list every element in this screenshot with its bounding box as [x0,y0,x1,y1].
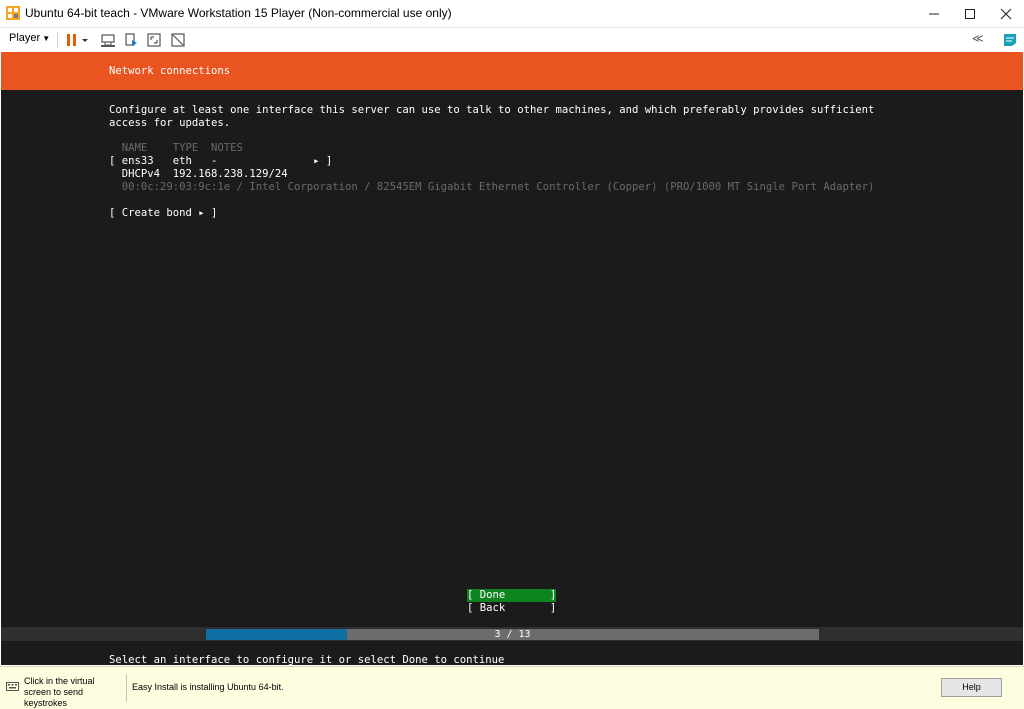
player-menu[interactable]: Player ▼ [9,32,50,44]
progress-label: 3 / 13 [494,629,531,640]
interface-dhcp-address: DHCPv4 192.168.238.129/24 [109,168,288,180]
pause-icon[interactable] [63,31,81,49]
interfaces-columns-header: NAME TYPE NOTES [109,142,243,154]
page-title: Network connections [109,65,231,77]
player-menu-label: Player [9,32,41,44]
done-button[interactable]: [ Done ] [467,589,556,602]
close-icon [1000,8,1012,19]
create-bond-button[interactable]: [ Create bond ▸ ] [109,207,217,219]
progress-bar: 3 / 13 [206,629,819,640]
toolbar: Player ▼ ≪ [0,28,1024,52]
window-title: Ubuntu 64-bit teach - VMware Workstation… [25,6,452,20]
intro-text-line-2: access for updates. [109,117,231,129]
maximize-icon [965,8,975,19]
removable-devices-icon[interactable] [122,31,140,49]
toolbar-divider [57,32,58,48]
fit-guest-icon[interactable] [145,31,163,49]
chevron-down-icon: ▼ [42,34,51,43]
keyboard-icon [6,682,19,691]
minimize-icon [929,13,939,14]
library-icon[interactable] [1001,31,1019,49]
status-bar: Click in the virtual screen to send keys… [0,666,1024,709]
status-message: Easy Install is installing Ubuntu 64-bit… [132,682,284,692]
help-button[interactable]: Help [941,678,1002,697]
intro-text-line-1: Configure at least one interface this se… [109,104,875,116]
interface-row-ens33[interactable]: [ ens33 eth - ▸ ] [109,155,332,167]
minimize-button[interactable] [916,0,952,27]
footer-hint: Select an interface to configure it or s… [109,654,505,665]
close-button[interactable] [988,0,1024,27]
pause-menu-chevron-icon[interactable] [80,31,90,49]
vmware-logo-icon [6,6,20,20]
progress-strip: 3 / 13 [1,627,1023,641]
title-bar: Ubuntu 64-bit teach - VMware Workstation… [0,0,1024,28]
collapse-icon[interactable]: ≪ [972,32,990,50]
vm-console[interactable]: Network connections Configure at least o… [1,52,1023,665]
interface-hardware-info: 00:0c:29:03:9c:1e / Intel Corporation / … [109,181,875,193]
send-ctrl-alt-del-icon[interactable] [99,31,117,49]
maximize-button[interactable] [952,0,988,27]
back-button[interactable]: [ Back ] [467,602,556,615]
status-divider [126,674,127,702]
unity-icon[interactable] [169,31,187,49]
status-hint: Click in the virtual screen to send keys… [24,676,95,708]
